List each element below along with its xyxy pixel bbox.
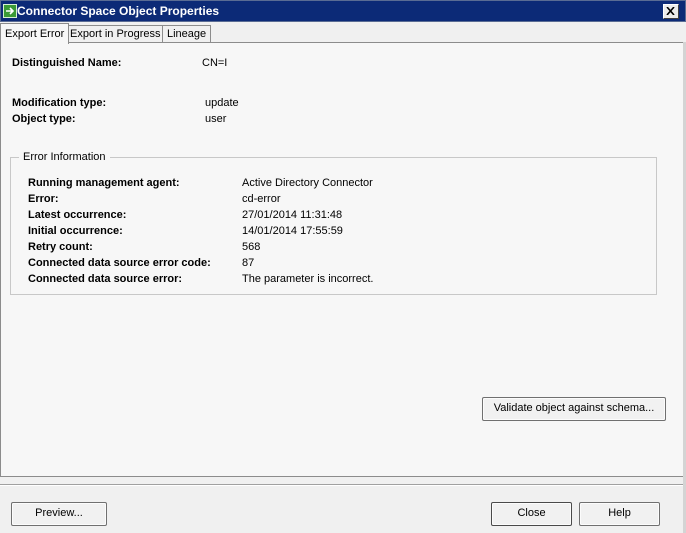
initial-occurrence-label: Initial occurrence: — [28, 225, 123, 237]
export-error-panel: Distinguished Name: CN=I Modification ty… — [0, 42, 685, 477]
latest-occurrence-label: Latest occurrence: — [28, 209, 127, 221]
preview-button[interactable]: Preview... — [11, 502, 107, 526]
close-icon — [666, 7, 675, 15]
modification-type-value: update — [205, 97, 239, 109]
object-type-value: user — [205, 113, 227, 125]
window-title: Connector Space Object Properties — [17, 4, 220, 18]
help-button[interactable]: Help — [579, 502, 660, 526]
close-window-button[interactable] — [663, 4, 679, 19]
properties-dialog: Connector Space Object Properties Export… — [0, 0, 686, 533]
error-information-legend: Error Information — [19, 151, 110, 163]
tab-export-error[interactable]: Export Error — [0, 23, 70, 44]
error-information-group: Error Information Running management age… — [10, 151, 657, 295]
error-value: cd-error — [242, 193, 281, 205]
distinguished-name-value: CN=I — [202, 57, 228, 69]
tab-export-in-progress[interactable]: Export in Progress — [65, 25, 166, 43]
running-agent-label: Running management agent: — [28, 177, 180, 189]
error-code-label: Connected data source error code: — [28, 257, 211, 269]
distinguished-name-label: Distinguished Name: — [12, 57, 122, 69]
footer-separator — [0, 484, 686, 486]
modification-type-label: Modification type: — [12, 97, 107, 109]
object-type-label: Object type: — [12, 113, 76, 125]
running-agent-value: Active Directory Connector — [242, 177, 373, 189]
data-source-error-label: Connected data source error: — [28, 273, 183, 285]
close-button[interactable]: Close — [491, 502, 572, 526]
title-bar[interactable]: Connector Space Object Properties — [0, 0, 686, 22]
latest-occurrence-value: 27/01/2014 11:31:48 — [242, 209, 343, 221]
data-source-error-value[interactable]: The parameter is incorrect. — [242, 273, 373, 285]
tab-strip: Export Error Export in Progress Lineage — [0, 23, 686, 44]
tab-lineage[interactable]: Lineage — [162, 25, 212, 43]
retry-count-label: Retry count: — [28, 241, 93, 253]
connector-space-icon — [3, 4, 17, 18]
error-code-value: 87 — [242, 257, 255, 269]
retry-count-value: 568 — [242, 241, 261, 253]
error-label: Error: — [28, 193, 59, 205]
validate-schema-button[interactable]: Validate object against schema... — [482, 397, 666, 421]
initial-occurrence-value: 14/01/2014 17:55:59 — [242, 225, 343, 237]
